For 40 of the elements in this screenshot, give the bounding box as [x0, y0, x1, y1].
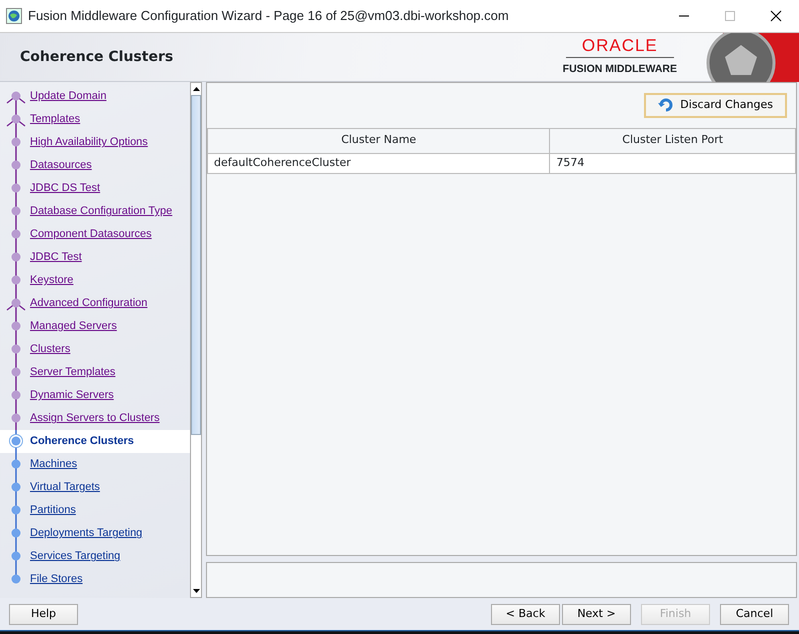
scroll-up-icon[interactable]: [192, 87, 200, 91]
step-link[interactable]: Machines: [30, 456, 78, 473]
step-link[interactable]: Datasources: [30, 157, 92, 174]
column-header: Cluster Listen Port: [550, 128, 796, 153]
step-link[interactable]: Managed Servers: [30, 318, 117, 335]
wizard-button[interactable]: Next >: [562, 604, 631, 624]
step-link[interactable]: Services Targeting: [30, 548, 120, 565]
step-link[interactable]: Templates: [30, 111, 80, 128]
step-link[interactable]: Virtual Targets: [30, 479, 100, 496]
step-link[interactable]: Server Templates: [30, 364, 116, 381]
scroll-down-icon[interactable]: [192, 589, 200, 593]
wizard-button[interactable]: < Back: [491, 604, 560, 624]
undo-icon: [658, 98, 674, 112]
logo-text: ORACLE: [566, 36, 674, 58]
app-icon: [6, 8, 22, 24]
step-link[interactable]: Advanced Configuration: [30, 295, 148, 312]
window-title: Fusion Middleware Configuration Wizard - Page 16 of 25@vm03.dbi-workshop.com: [28, 7, 510, 26]
step-link[interactable]: Keystore: [30, 272, 74, 289]
step-link[interactable]: Component Datasources: [30, 226, 152, 243]
scrollbar[interactable]: [190, 82, 202, 598]
step-link[interactable]: JDBC Test: [30, 249, 82, 266]
step-link[interactable]: Partitions: [30, 502, 76, 519]
table-cell[interactable]: defaultCoherenceCluster: [208, 153, 550, 173]
close-button[interactable]: [770, 10, 782, 22]
table-cell[interactable]: 7574: [550, 153, 796, 173]
step-link[interactable]: Clusters: [30, 341, 70, 358]
step-link[interactable]: Deployments Targeting: [30, 525, 142, 542]
logo-subtitle: FUSION MIDDLEWARE: [562, 62, 677, 77]
step-link[interactable]: Assign Servers to Clusters: [30, 410, 160, 427]
wizard-button[interactable]: Cancel: [720, 604, 789, 624]
step-link[interactable]: Update Domain: [30, 88, 106, 105]
page-heading: Coherence Clusters: [20, 48, 174, 66]
step-link[interactable]: JDBC DS Test: [30, 180, 100, 197]
step-link[interactable]: Database Configuration Type: [30, 203, 172, 220]
discard-changes-button[interactable]: Discard Changes: [644, 93, 787, 118]
step-link[interactable]: Dynamic Servers: [30, 387, 114, 404]
step-link[interactable]: File Stores: [30, 571, 83, 588]
column-header: Cluster Name: [208, 128, 550, 153]
step-link[interactable]: High Availability Options: [30, 134, 148, 151]
wizard-button[interactable]: Help: [9, 604, 78, 624]
